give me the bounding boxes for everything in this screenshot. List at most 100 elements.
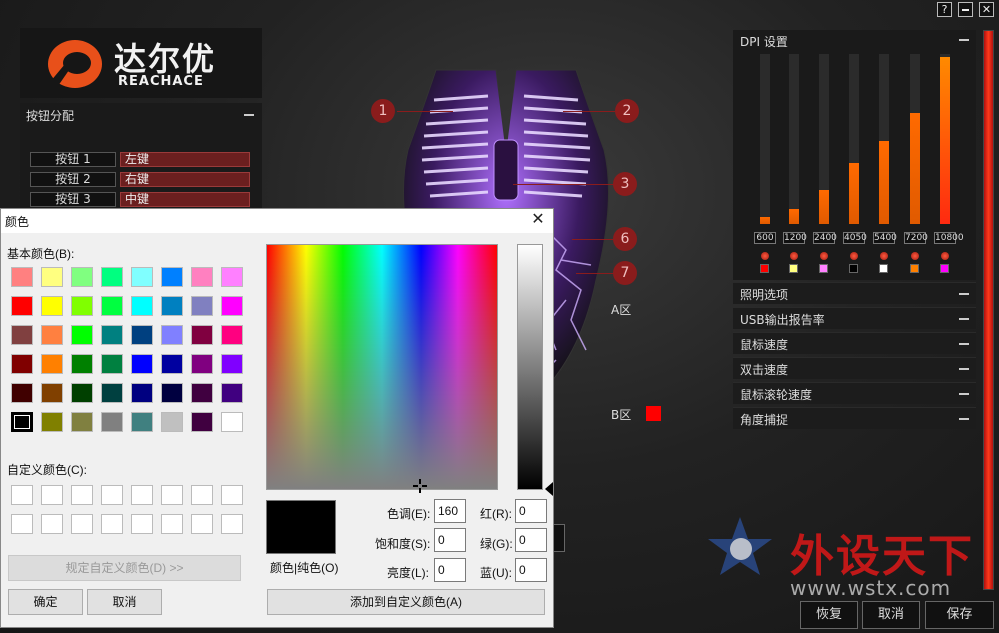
save-button[interactable]: 保存 [925,601,994,629]
collapse-icon[interactable] [959,368,969,370]
custom-color-swatch[interactable] [101,514,123,534]
blue-input[interactable]: 0 [515,558,547,582]
luminance-input[interactable]: 0 [434,558,466,582]
dpi-level-slider[interactable] [789,54,799,224]
minimize-button[interactable] [958,2,973,17]
basic-color-swatch[interactable] [41,296,63,316]
basic-color-swatch[interactable] [221,267,243,287]
dpi-value[interactable]: 2400 [813,232,837,244]
basic-color-swatch[interactable] [71,354,93,374]
basic-color-swatch[interactable] [11,267,33,287]
cancel-button[interactable]: 取消 [862,601,920,629]
button-row[interactable]: 按钮 1 左键 [30,152,250,167]
basic-color-swatch[interactable] [71,325,93,345]
dpi-color-swatch[interactable] [819,264,828,273]
restore-button[interactable]: 恢复 [800,601,858,629]
zone-b-color-swatch[interactable] [646,406,661,421]
basic-color-swatch[interactable] [221,296,243,316]
section-double-click-speed[interactable]: 双击速度 [733,357,976,379]
basic-color-swatch[interactable] [101,383,123,403]
custom-color-swatch[interactable] [71,485,93,505]
dpi-color-swatch[interactable] [940,264,949,273]
basic-color-swatch[interactable] [131,383,153,403]
hue-input[interactable]: 160 [434,499,466,523]
dpi-value[interactable]: 1200 [783,232,807,244]
dpi-color-swatch[interactable] [760,264,769,273]
dpi-value[interactable]: 5400 [873,232,897,244]
basic-color-swatch[interactable] [41,325,63,345]
close-window-button[interactable]: ✕ [979,2,994,17]
dpi-value[interactable]: 10800 [934,232,964,244]
dpi-led-icon[interactable] [850,252,858,260]
basic-color-swatch[interactable] [221,354,243,374]
define-custom-colors-button[interactable]: 规定自定义颜色(D) >> [8,555,241,581]
custom-color-swatch[interactable] [161,485,183,505]
dpi-value[interactable]: 600 [754,232,776,244]
collapse-icon[interactable] [244,114,254,116]
dpi-level-slider[interactable] [879,54,889,224]
button-assignment-value[interactable]: 中键 [120,192,250,207]
section-mouse-speed[interactable]: 鼠标速度 [733,332,976,354]
custom-color-swatch[interactable] [41,514,63,534]
basic-color-swatch[interactable] [131,267,153,287]
luminance-slider[interactable] [517,244,543,490]
basic-color-swatch[interactable] [101,267,123,287]
custom-color-swatch[interactable] [131,514,153,534]
basic-color-swatch[interactable] [131,354,153,374]
dpi-led-icon[interactable] [790,252,798,260]
button-row[interactable]: 按钮 3 中键 [30,192,250,207]
dpi-led-icon[interactable] [911,252,919,260]
custom-color-swatch[interactable] [161,514,183,534]
add-to-custom-colors-button[interactable]: 添加到自定义颜色(A) [267,589,545,615]
button-assignment-value[interactable]: 左键 [120,152,250,167]
basic-color-swatch[interactable] [101,296,123,316]
red-input[interactable]: 0 [515,499,547,523]
basic-color-swatch[interactable] [191,296,213,316]
basic-color-swatch[interactable] [11,412,33,432]
dpi-level-slider[interactable] [910,54,920,224]
basic-color-swatch[interactable] [41,412,63,432]
custom-color-swatch[interactable] [131,485,153,505]
basic-color-swatch[interactable] [11,296,33,316]
basic-color-swatch[interactable] [131,325,153,345]
luminance-arrow-icon[interactable] [545,482,553,496]
basic-color-swatch[interactable] [161,325,183,345]
section-wheel-speed[interactable]: 鼠标滚轮速度 [733,382,976,404]
basic-color-swatch[interactable] [71,296,93,316]
dpi-led-icon[interactable] [880,252,888,260]
custom-color-swatch[interactable] [11,514,33,534]
green-input[interactable]: 0 [515,528,547,552]
ok-button[interactable]: 确定 [8,589,83,615]
collapse-icon[interactable] [959,343,969,345]
basic-color-swatch[interactable] [191,267,213,287]
basic-color-swatch[interactable] [11,383,33,403]
dpi-color-swatch[interactable] [879,264,888,273]
help-button[interactable]: ? [937,2,952,17]
basic-color-swatch[interactable] [41,354,63,374]
custom-color-swatch[interactable] [191,485,213,505]
collapse-icon[interactable] [959,418,969,420]
dpi-led-icon[interactable] [941,252,949,260]
basic-color-swatch[interactable] [11,354,33,374]
basic-color-swatch[interactable] [101,354,123,374]
dpi-value[interactable]: 4050 [843,232,867,244]
collapse-icon[interactable] [959,293,969,295]
basic-color-swatch[interactable] [191,325,213,345]
button-assignment-value[interactable]: 右键 [120,172,250,187]
basic-color-swatch[interactable] [221,383,243,403]
basic-color-swatch[interactable] [41,383,63,403]
dpi-value[interactable]: 7200 [904,232,928,244]
custom-color-swatch[interactable] [101,485,123,505]
collapse-icon[interactable] [959,318,969,320]
basic-color-swatch[interactable] [161,354,183,374]
dpi-level-slider[interactable] [849,54,859,224]
custom-color-swatch[interactable] [191,514,213,534]
basic-color-swatch[interactable] [161,296,183,316]
basic-color-swatch[interactable] [41,267,63,287]
basic-color-swatch[interactable] [191,354,213,374]
dpi-led-icon[interactable] [820,252,828,260]
basic-color-swatch[interactable] [71,383,93,403]
basic-color-swatch[interactable] [161,412,183,432]
basic-color-swatch[interactable] [191,412,213,432]
basic-color-swatch[interactable] [221,325,243,345]
